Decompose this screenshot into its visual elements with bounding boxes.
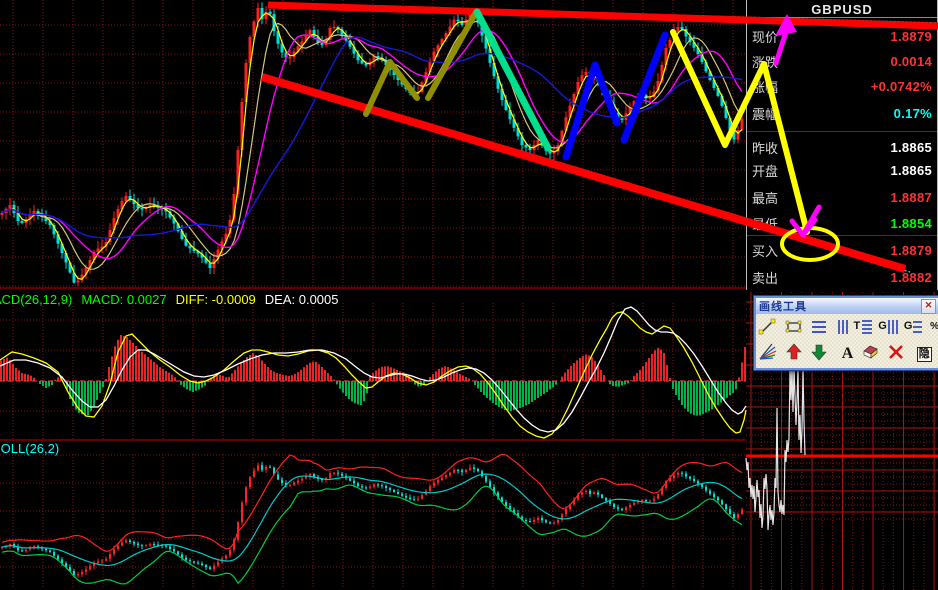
up-arrow-tool[interactable] [784, 342, 810, 366]
quote-row: 现价 1.8879 [747, 28, 937, 45]
quote-value: 1.8882 [890, 269, 932, 285]
vertical-grid-tool-glyph: T [853, 320, 861, 332]
percent-lines-tool-glyph: % [930, 322, 938, 332]
quote-row: 开盘 1.8865 [747, 162, 937, 179]
quote-label: 卖出 [752, 270, 779, 286]
quote-value: 1.8879 [890, 242, 932, 258]
rectangle-tool-icon [785, 320, 801, 333]
quote-label: 开盘 [752, 163, 779, 179]
quote-row: 最高 1.8887 [747, 189, 937, 206]
quote-row: 最低 1.8854 [747, 215, 937, 232]
quote-label: 昨收 [752, 140, 779, 156]
quote-row: 卖出 1.8882 [747, 269, 937, 286]
quote-panel: GBPUSD 现价 1.8879 涨跌 0.0014 涨幅 +0.0742% 震幅 0.17%… [746, 0, 938, 290]
trendline-tool[interactable] [758, 317, 784, 341]
quote-row: 买入 1.8879 [747, 242, 937, 259]
delete-tool-icon [888, 345, 903, 359]
eraser-tool[interactable] [860, 342, 886, 366]
parallel-lines-tool-icon [812, 321, 827, 333]
macd-label-part: MACD: 0.0027 [81, 292, 167, 307]
quote-label: 买入 [752, 243, 779, 259]
quote-label: 涨幅 [752, 79, 779, 95]
title-divider [747, 17, 937, 18]
quote-label: 现价 [752, 29, 779, 45]
macd-label-part: DIFF: -0.0009 [175, 292, 256, 307]
percent-lines-tool-icon [913, 321, 923, 333]
macd-indicator-label: MACD(26,12,9) MACD: 0.0027 DIFF: -0.0009 DE… [0, 292, 348, 307]
hide-tool[interactable]: 隐 [911, 342, 937, 366]
trendline-tool-icon [758, 318, 776, 335]
vertical-golden-section-tool[interactable]: G [886, 317, 912, 341]
percent-lines-tool[interactable]: % [911, 317, 938, 341]
quote-label: 最高 [752, 190, 779, 206]
quote-value: 1.8887 [890, 189, 932, 205]
down-arrow-tool-icon [811, 344, 827, 361]
horizontal-golden-section-tool-icon [862, 320, 873, 334]
palette-title: 画线工具 [759, 301, 807, 313]
macd-label-part: MACD(26,12,9) [0, 292, 73, 307]
hide-tool-glyph: 隐 [916, 346, 932, 362]
vertical-grid-tool-icon [837, 320, 848, 334]
text-tool[interactable]: A [835, 342, 861, 366]
vertical-grid-tool[interactable]: T [835, 317, 861, 341]
vertical-golden-section-tool-icon [888, 320, 898, 334]
quote-row: 涨幅 +0.0742% [747, 78, 937, 95]
quote-row: 涨跌 0.0014 [747, 53, 937, 70]
quote-separator [747, 131, 937, 132]
quote-separator [747, 235, 937, 236]
boll-indicator-label: BOLL(26,2) [0, 441, 60, 456]
rectangle-tool[interactable] [784, 317, 810, 341]
symbol-title: GBPUSD [811, 2, 873, 17]
text-tool-glyph: A [841, 345, 854, 362]
drawing-tools-palette: 画线工具 ✕ TGG%A隐 [753, 295, 938, 371]
eraser-tool-icon [863, 345, 878, 359]
quote-value: 0.0014 [890, 53, 932, 69]
quote-value: 1.8854 [890, 215, 932, 231]
gann-fan-tool-icon [759, 343, 777, 360]
quote-value: 1.8879 [890, 28, 932, 44]
quote-label: 最低 [752, 216, 779, 232]
quote-row: 震幅 0.17% [747, 105, 937, 122]
horizontal-golden-section-tool[interactable]: G [860, 317, 887, 341]
quote-value: 1.8865 [890, 139, 932, 155]
delete-tool[interactable] [886, 342, 912, 366]
up-arrow-tool-icon [785, 343, 802, 360]
quote-label: 震幅 [752, 106, 779, 122]
quote-row: 昨收 1.8865 [747, 139, 937, 156]
close-icon[interactable]: ✕ [921, 298, 936, 314]
trading-window: GBPUSD 现价 1.8879 涨跌 0.0014 涨幅 +0.0742% 震幅 0.17%… [0, 0, 938, 590]
quote-label: 涨跌 [752, 54, 779, 70]
down-arrow-tool[interactable] [809, 342, 835, 366]
gann-fan-tool[interactable] [758, 342, 784, 366]
palette-title-bar[interactable]: 画线工具 ✕ [756, 298, 938, 314]
parallel-lines-tool[interactable] [809, 317, 835, 341]
macd-label-part: DEA: 0.0005 [264, 292, 339, 307]
quote-value: 1.8865 [890, 162, 932, 178]
quote-value: +0.0742% [870, 78, 932, 94]
quote-value: 0.17% [893, 105, 932, 121]
